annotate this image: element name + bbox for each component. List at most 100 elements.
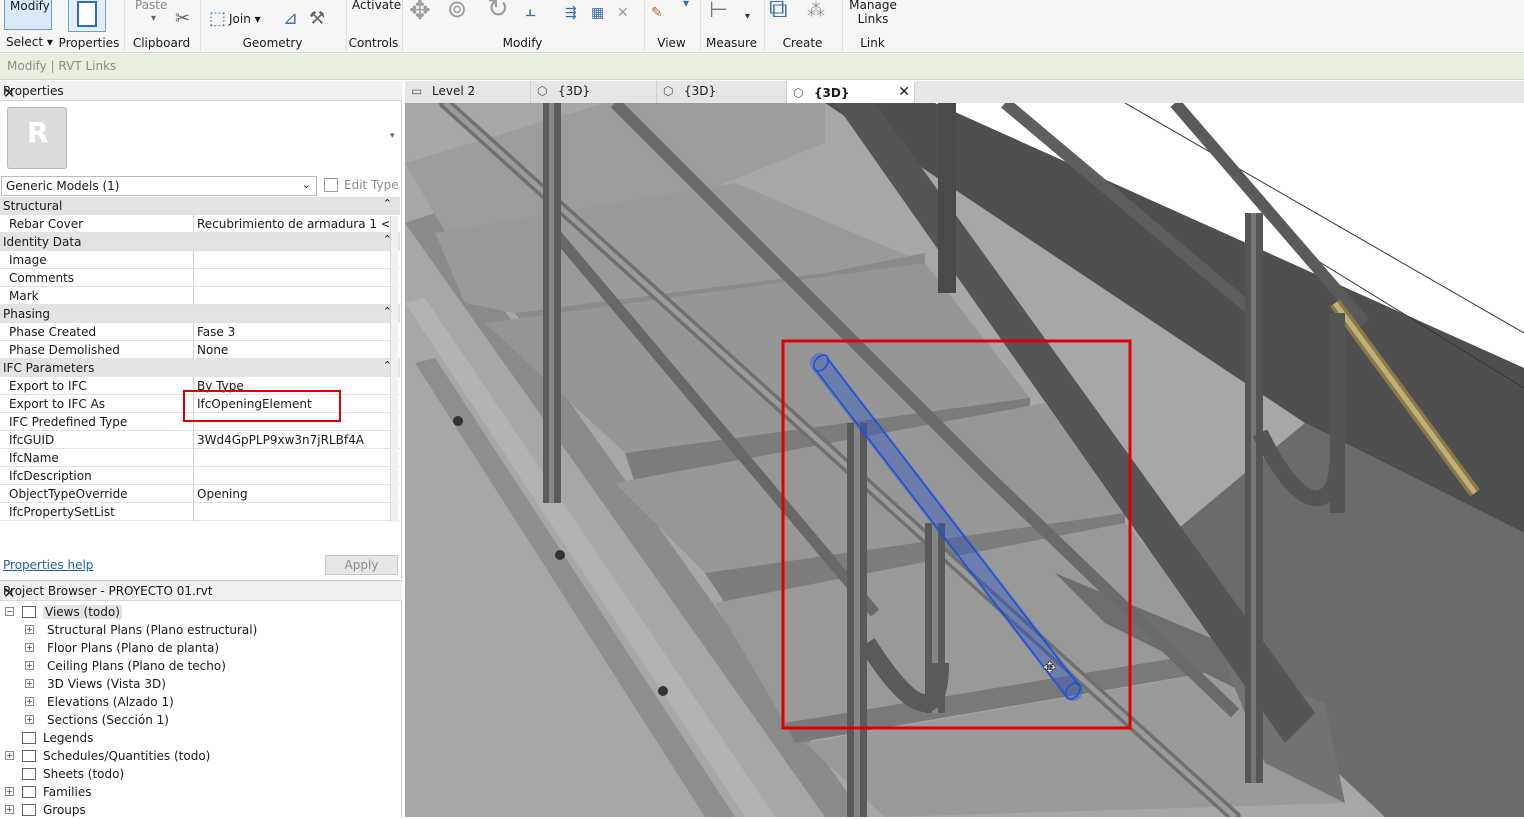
tab-label: {3D} [684, 84, 717, 98]
property-row[interactable]: ObjectTypeOverride Opening [0, 485, 400, 503]
category-label: Phasing [3, 307, 51, 321]
chevron-down-icon[interactable]: ▾ [683, 0, 689, 12]
property-value[interactable]: Fase 3 [197, 325, 389, 339]
create-group-icon[interactable]: ⧉ [769, 0, 788, 22]
split-icon[interactable]: ⇶ [565, 4, 577, 22]
expand-icon[interactable]: + [5, 805, 14, 814]
property-category[interactable]: IFC Parameters ⌃ [0, 359, 400, 377]
property-name: Phase Created [9, 325, 97, 339]
chevron-down-icon[interactable]: ▾ [151, 10, 156, 28]
modify-button[interactable]: Modify [4, 0, 52, 30]
properties-grid: Structural ⌃ Rebar Cover Recubrimiento de a… [0, 197, 400, 521]
property-name: Image [9, 253, 47, 267]
activate-button[interactable]: Activate [352, 0, 401, 12]
properties-help-link[interactable]: Properties help [3, 558, 93, 572]
edit-type-button[interactable]: Edit Type [322, 176, 400, 196]
property-name: IFC Predefined Type [9, 415, 128, 429]
property-category[interactable]: Phasing ⌃ [0, 305, 400, 323]
context-label: Modify | RVT Links [7, 59, 117, 73]
svg-text:✥: ✥ [1043, 658, 1056, 677]
delete-icon[interactable]: ✕ [617, 4, 629, 22]
view-tab[interactable]: ⬡ {3D} ✕ [787, 81, 915, 103]
property-value[interactable]: 3Wd4GpPLP9xw3n7jRLBf4A [197, 433, 389, 447]
tree-item-label: Legends [43, 731, 94, 745]
stair-railing-model: ✥ [405, 103, 1524, 817]
array-icon[interactable]: ▦ [591, 4, 604, 22]
select-dropdown[interactable]: Select ▾ [6, 35, 53, 49]
view-tab[interactable]: ⬡ {3D} [657, 81, 787, 103]
property-value[interactable]: None [197, 343, 389, 357]
apply-button[interactable]: Apply [325, 555, 398, 575]
tree-item-label: Floor Plans (Plano de planta) [47, 641, 220, 655]
controls-label: Controls [348, 36, 399, 50]
column-divider [193, 287, 194, 305]
measure-icon[interactable]: ⊢ [709, 0, 728, 22]
expand-icon[interactable]: − [5, 607, 14, 616]
revit-logo-icon: R [27, 116, 49, 149]
link-label: Link [860, 36, 885, 50]
view-tab[interactable]: ⬡ {3D} [531, 81, 657, 103]
view-tab[interactable]: ▭ Level 2 [405, 81, 531, 103]
property-name: Comments [9, 271, 75, 285]
create-parts-icon[interactable]: ⁂ [807, 2, 825, 20]
expand-icon[interactable]: + [25, 625, 34, 634]
modify-panel-label: Modify [502, 36, 543, 50]
3d-viewport[interactable]: ✥ [405, 103, 1524, 817]
close-icon[interactable]: ✕ [3, 584, 398, 602]
expand-icon[interactable]: + [25, 661, 34, 670]
trim-icon[interactable]: ⫠ [525, 2, 536, 20]
expand-icon[interactable]: + [5, 751, 14, 760]
property-name: Export to IFC [9, 379, 87, 393]
join-button[interactable]: Join ▾ [229, 12, 261, 26]
properties-button[interactable] [68, 0, 106, 32]
manage-links-line1: Manage [849, 0, 897, 12]
close-icon[interactable]: ✕ [3, 84, 398, 102]
3d-view-icon: ⬡ [663, 84, 674, 98]
property-category[interactable]: Structural ⌃ [0, 197, 400, 215]
property-row[interactable]: Phase Created Fase 3 [0, 323, 400, 341]
property-row[interactable]: Mark [0, 287, 400, 305]
property-row[interactable]: Phase Demolished None [0, 341, 400, 359]
tree-item-label: Views (todo) [43, 605, 122, 619]
property-value[interactable]: Recubrimiento de armadura 1 <25... [197, 217, 389, 231]
close-icon[interactable]: ✕ [898, 84, 910, 100]
project-browser-header: Project Browser - PROYECTO 01.rvt ✕ [0, 581, 402, 602]
rotate-icon[interactable]: ↻ [487, 0, 509, 22]
chevron-down-icon: ⌄ [301, 178, 311, 191]
expand-icon[interactable]: + [25, 679, 34, 688]
cut-icon[interactable]: ✂ [175, 10, 190, 28]
collapse-icon[interactable]: ⌃ [383, 197, 392, 210]
paint-icon[interactable]: ⚒ [309, 10, 325, 28]
property-row[interactable]: Comments [0, 269, 400, 287]
manage-links-button[interactable]: Manage Links [843, 0, 903, 26]
3d-view-icon: ⬡ [793, 86, 804, 100]
tab-label: {3D} [558, 84, 591, 98]
expand-icon[interactable]: + [25, 697, 34, 706]
tree-node-icon [22, 732, 36, 744]
expand-icon[interactable]: + [25, 643, 34, 652]
copy-icon[interactable]: ⊚ [447, 0, 467, 21]
chevron-down-icon[interactable]: ▾ [745, 8, 750, 26]
move-icon[interactable]: ✥ [409, 0, 431, 24]
property-row[interactable]: IfcPropertySetList [0, 503, 400, 521]
property-row[interactable]: IfcDescription [0, 467, 400, 485]
chevron-down-icon[interactable]: ▾ [390, 131, 395, 141]
hide-icon[interactable]: ✎ [651, 4, 663, 22]
expand-icon[interactable]: + [25, 715, 34, 724]
type-selector[interactable]: Generic Models (1) ⌄ [1, 176, 317, 196]
properties-label: Properties [58, 36, 120, 50]
property-row[interactable]: IfcGUID 3Wd4GpPLP9xw3n7jRLBf4A [0, 431, 400, 449]
create-panel: ⧉ ⁂ Create [764, 0, 840, 53]
property-row[interactable]: Image [0, 251, 400, 269]
geometry-panel: ⬚ Join ▾ ⊿ ⚒ Geometry [200, 0, 344, 53]
property-name: Rebar Cover [9, 217, 84, 231]
property-row[interactable]: IfcName [0, 449, 400, 467]
property-category[interactable]: Identity Data ⌃ [0, 233, 400, 251]
properties-scrollbar[interactable] [390, 216, 398, 522]
wall-joins-icon[interactable]: ⊿ [283, 10, 298, 28]
property-value[interactable]: Opening [197, 487, 389, 501]
manage-links-line2: Links [857, 12, 889, 26]
expand-icon[interactable]: + [5, 787, 14, 796]
property-row[interactable]: Rebar Cover Recubrimiento de armadura 1 <… [0, 215, 400, 233]
properties-icon [77, 1, 97, 27]
